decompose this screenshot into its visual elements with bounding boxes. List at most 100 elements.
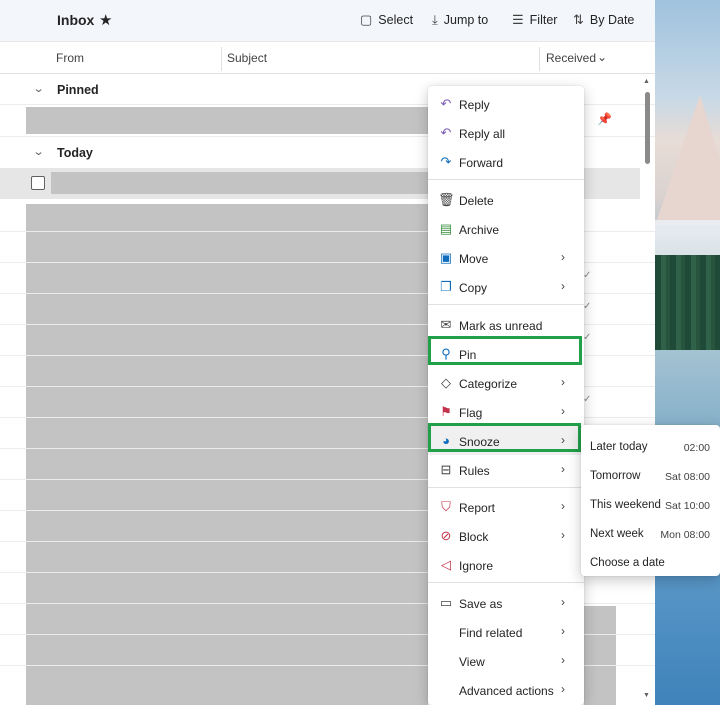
filter-label: Filter	[529, 13, 558, 27]
snooze-option-time: 02:00	[683, 442, 710, 454]
scroll-up-arrow-icon[interactable]: ▲	[643, 78, 650, 85]
highlight-box-pin	[428, 336, 582, 365]
chevron-right-icon: ›	[561, 595, 565, 609]
snooze-option-time: Sat 10:00	[665, 500, 710, 512]
menu-item-rules[interactable]: ⊟ Rules ›	[428, 455, 584, 484]
menu-label: Reply	[459, 98, 490, 112]
snooze-option-label: Choose a date	[590, 557, 665, 569]
snooze-option-tomorrow[interactable]: Tomorrow Sat 08:00	[581, 458, 720, 487]
sort-icon: ⇅	[573, 12, 584, 27]
menu-label: Categorize	[459, 377, 518, 391]
message-list-toolbar: Inbox ★ ▢ Select ⤓ Jump to ☰ Filter ⇅ By…	[0, 0, 655, 42]
forward-icon: ↷	[440, 154, 452, 169]
column-from[interactable]: From	[56, 51, 84, 65]
menu-divider	[428, 179, 584, 180]
menu-label: Archive	[459, 223, 500, 237]
snooze-option-label: Tomorrow	[590, 470, 641, 482]
menu-item-delete[interactable]: 🗑 Delete	[428, 185, 584, 214]
reply-all-icon: ↶	[440, 125, 452, 140]
column-divider[interactable]	[539, 47, 540, 71]
snooze-option-later-today[interactable]: Later today 02:00	[581, 429, 720, 458]
jump-arrow-icon: ⤓	[432, 12, 438, 27]
scrollbar-thumb[interactable]	[645, 92, 650, 164]
highlight-box-snooze	[428, 423, 581, 452]
group-label-pinned: Pinned	[57, 83, 99, 97]
menu-label: Mark as unread	[459, 319, 543, 333]
sort-label: By Date	[589, 13, 635, 27]
trash-icon: 🗑	[438, 192, 455, 207]
menu-label: Report	[459, 501, 496, 515]
menu-label: Flag	[459, 406, 483, 420]
menu-divider	[428, 582, 584, 583]
snooze-option-choose-date[interactable]: Choose a date	[581, 545, 720, 574]
scroll-down-arrow-icon[interactable]: ▼	[643, 692, 650, 699]
chevron-down-icon[interactable]: ⌄	[597, 50, 607, 64]
wallpaper-mist	[655, 220, 720, 260]
menu-item-save-as[interactable]: ▭ Save as ›	[428, 588, 584, 617]
chevron-right-icon: ›	[561, 653, 565, 667]
reply-icon: ↶	[440, 96, 452, 111]
chevron-right-icon: ›	[561, 499, 565, 513]
jump-to-button[interactable]: ⤓ Jump to	[432, 12, 488, 28]
menu-item-move[interactable]: ▣ Move ›	[428, 243, 584, 272]
menu-item-categorize[interactable]: ◇ Categorize ›	[428, 368, 584, 397]
menu-label: Delete	[459, 194, 494, 208]
menu-item-ignore[interactable]: ◁ Ignore	[428, 550, 584, 579]
menu-item-find-related[interactable]: Find related ›	[428, 617, 584, 646]
snooze-option-label: This weekend	[590, 499, 661, 511]
chevron-right-icon: ›	[561, 375, 565, 389]
snooze-option-next-week[interactable]: Next week Mon 08:00	[581, 516, 720, 545]
filter-button[interactable]: ☰ Filter	[512, 12, 557, 28]
menu-label: Move	[459, 252, 489, 266]
chevron-right-icon: ›	[561, 682, 565, 696]
menu-item-advanced-actions[interactable]: Advanced actions ›	[428, 675, 584, 704]
envelope-icon: ✉	[440, 317, 452, 332]
pin-icon[interactable]: 📌	[597, 112, 612, 126]
redacted-pinned-message[interactable]	[26, 107, 428, 134]
redacted-message-list[interactable]	[26, 204, 428, 705]
filter-icon: ☰	[512, 12, 524, 27]
select-icon: ▢	[360, 12, 373, 27]
block-user-icon: ⊘	[440, 528, 452, 543]
column-header: From Subject Received ⌄	[0, 43, 655, 74]
menu-label: Advanced actions	[459, 684, 554, 698]
scrollbar[interactable]	[643, 76, 653, 705]
redacted-message-fragment	[584, 606, 616, 705]
chevron-right-icon: ›	[561, 250, 565, 264]
folder-title: Inbox	[57, 12, 95, 28]
menu-label: View	[459, 655, 485, 669]
menu-item-forward[interactable]: ↷ Forward	[428, 147, 584, 176]
snooze-option-time: Sat 08:00	[665, 471, 710, 483]
menu-item-mark-unread[interactable]: ✉ Mark as unread	[428, 310, 584, 339]
favorite-star-icon[interactable]: ★	[99, 11, 112, 29]
select-button[interactable]: ▢ Select	[360, 12, 413, 28]
chevron-down-icon: ⌄	[32, 83, 45, 95]
menu-item-block[interactable]: ⊘ Block ›	[428, 521, 584, 550]
row-checkbox[interactable]	[31, 176, 45, 190]
menu-item-copy[interactable]: ❐ Copy ›	[428, 272, 584, 301]
menu-item-reply-all[interactable]: ↶ Reply all	[428, 118, 584, 147]
snooze-option-this-weekend[interactable]: This weekend Sat 10:00	[581, 487, 720, 516]
menu-divider	[428, 304, 584, 305]
tag-icon: ◇	[441, 375, 451, 390]
snooze-option-time: Mon 08:00	[660, 529, 710, 541]
rules-icon: ⊟	[440, 462, 452, 477]
column-divider[interactable]	[221, 47, 222, 71]
read-mark-icon: ✓	[583, 301, 592, 312]
menu-item-reply[interactable]: ↶ Reply	[428, 89, 584, 118]
menu-item-report[interactable]: ⛉ Report ›	[428, 492, 584, 521]
menu-item-view[interactable]: View ›	[428, 646, 584, 675]
redacted-message-row[interactable]	[51, 172, 428, 194]
move-folder-icon: ▣	[439, 250, 453, 265]
shield-icon: ⛉	[441, 499, 451, 514]
column-subject[interactable]: Subject	[227, 51, 267, 65]
sort-button[interactable]: ⇅ By Date	[573, 12, 634, 28]
menu-label: Block	[459, 530, 489, 544]
column-received[interactable]: Received	[546, 51, 596, 65]
menu-divider	[428, 487, 584, 488]
menu-item-archive[interactable]: ▤ Archive	[428, 214, 584, 243]
menu-item-flag[interactable]: ⚑ Flag ›	[428, 397, 584, 426]
chevron-right-icon: ›	[561, 624, 565, 638]
menu-label: Save as	[459, 597, 503, 611]
copy-icon: ❐	[440, 279, 452, 294]
